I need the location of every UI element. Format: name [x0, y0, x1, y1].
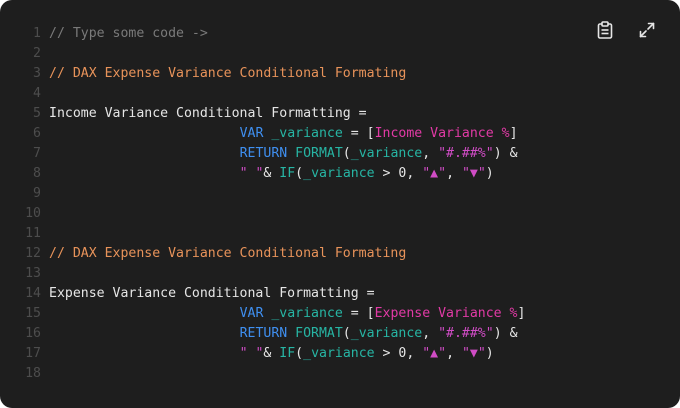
code-token: > 0, [374, 166, 423, 181]
code-token: _variance [350, 146, 423, 161]
code-token: VAR [239, 126, 264, 141]
code-token: "#.##%" [438, 146, 494, 161]
code-token: _variance [271, 306, 343, 321]
line-code: Expense Variance Conditional Formatting … [49, 284, 375, 304]
code-token: , [422, 326, 439, 341]
line-number: 13 [25, 266, 41, 281]
code-token: _variance [350, 326, 423, 341]
line-number: 9 [33, 186, 41, 201]
code-token: = [ [342, 126, 375, 141]
line-number: 2 [33, 46, 41, 61]
line-number: 3 [33, 66, 41, 81]
code-token: "#.##%" [438, 326, 494, 341]
code-token: > 0, [374, 346, 423, 361]
code-token: , [446, 166, 462, 181]
code-token: _variance [303, 346, 375, 361]
clipboard-icon [597, 21, 613, 39]
code-token: "▲" [422, 166, 447, 181]
code-token: = [ [342, 306, 375, 321]
code-token: FORMAT [295, 326, 343, 341]
code-token: ] [517, 306, 526, 321]
code-token: RETURN [239, 326, 288, 341]
line-number: 10 [25, 206, 41, 221]
line-number: 14 [25, 286, 41, 301]
line-code: // DAX Expense Variance Conditional Form… [49, 244, 406, 264]
code-token: ( [342, 326, 351, 341]
code-token: ) [485, 166, 494, 181]
line-code: RETURN FORMAT(_variance, "#.##%") & [49, 324, 518, 344]
line-number: 5 [33, 106, 41, 121]
code-token: // DAX Expense Variance Conditional Form… [49, 66, 407, 81]
code-token: Expense Variance % [374, 306, 518, 321]
code-token: ] [509, 126, 518, 141]
line-code: Income Variance Conditional Formatting = [49, 104, 367, 124]
line-number: 15 [25, 306, 41, 321]
editor-toolbar [594, 19, 658, 41]
line-number: 6 [33, 126, 41, 141]
line-number: 11 [25, 226, 41, 241]
code-token: ) & [493, 326, 518, 341]
code-token: Income Variance % [374, 126, 510, 141]
code-token: _variance [303, 166, 375, 181]
code-token: " " [239, 166, 264, 181]
code-token: , [422, 146, 439, 161]
line-number: 4 [33, 86, 41, 101]
code-token: , [446, 346, 462, 361]
code-token: ) [485, 346, 494, 361]
code-token: FORMAT [295, 146, 343, 161]
code-token: // DAX Expense Variance Conditional Form… [49, 246, 407, 261]
line-code: " "& IF(_variance > 0, "▲", "▼") [49, 344, 494, 364]
line-code: RETURN FORMAT(_variance, "#.##%") & [49, 144, 518, 164]
expand-icon [639, 22, 655, 38]
code-token: "▼" [461, 346, 486, 361]
code-editor[interactable]: 1 // Type some code -> 2 3 // DAX Expense Va… [0, 0, 680, 408]
line-code: VAR _variance = [Expense Variance %] [49, 304, 526, 324]
line-number: 12 [25, 246, 41, 261]
line-code: " "& IF(_variance > 0, "▲", "▼") [49, 164, 494, 184]
line-number: 16 [25, 326, 41, 341]
code-token: Income Variance Conditional Formatting = [49, 106, 367, 121]
code-token: VAR [239, 306, 264, 321]
code-token: ( [342, 146, 351, 161]
code-token: " " [239, 346, 264, 361]
code-token: Expense Variance Conditional Formatting … [49, 286, 375, 301]
line-code: // Type some code -> [49, 24, 208, 44]
line-number: 18 [25, 366, 41, 381]
code-token: RETURN [239, 146, 288, 161]
line-code: // DAX Expense Variance Conditional Form… [49, 64, 406, 84]
line-number: 7 [33, 146, 41, 161]
code-token: "▼" [461, 166, 486, 181]
expand-button[interactable] [636, 19, 658, 41]
line-code: VAR _variance = [Income Variance %] [49, 124, 518, 144]
line-number: 8 [33, 166, 41, 181]
code-token: ) & [493, 146, 518, 161]
line-number: 1 [33, 26, 41, 41]
copy-button[interactable] [594, 19, 616, 41]
code-token: IF [279, 346, 296, 361]
code-token: _variance [271, 126, 343, 141]
code-token: ( [295, 346, 304, 361]
code-token: "▲" [422, 346, 447, 361]
code-token: IF [279, 166, 296, 181]
code-token: // Type some code -> [49, 26, 208, 41]
code-token: & [263, 346, 280, 361]
code-token: ( [295, 166, 304, 181]
code-token: & [263, 166, 280, 181]
line-number: 17 [25, 346, 41, 361]
